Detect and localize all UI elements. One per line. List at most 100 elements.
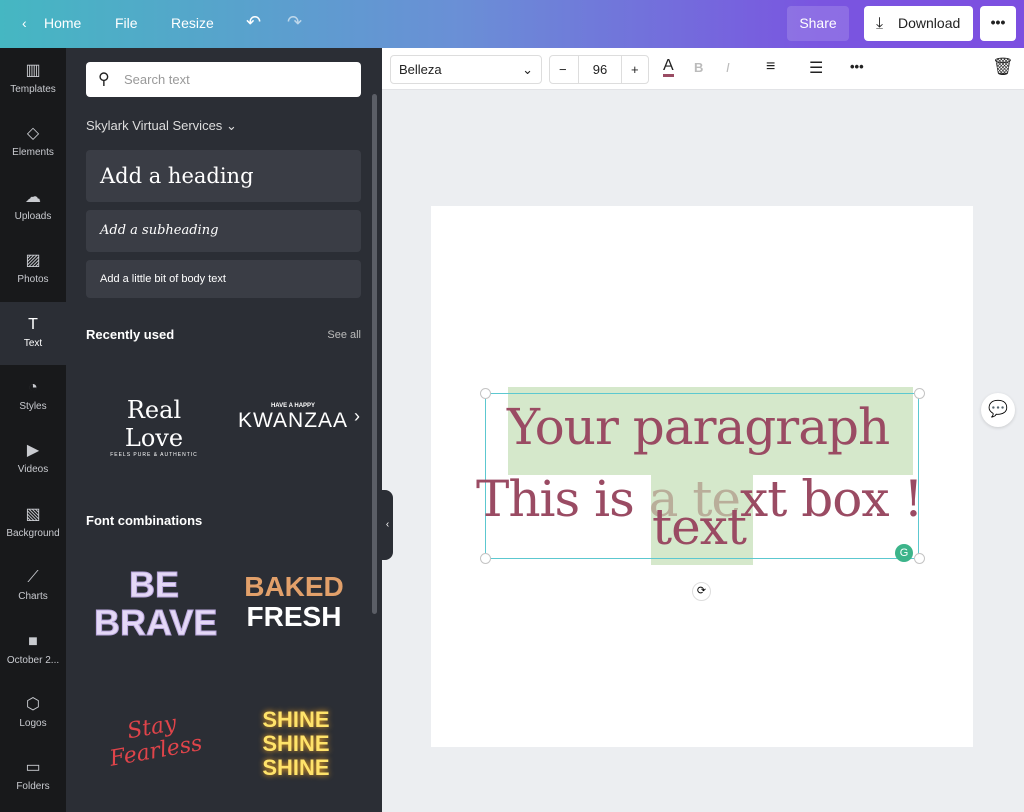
chevron-right-icon[interactable]: › — [354, 406, 360, 427]
font-size-input[interactable]: 96 — [578, 56, 622, 83]
align-center-icon[interactable]: ≡ — [766, 58, 775, 76]
redo-icon[interactable]: ↷ — [287, 12, 302, 33]
recently-used-heading: Recently used — [86, 327, 175, 342]
text-run: This is — [476, 470, 649, 528]
add-comment-icon[interactable]: 💬 — [981, 393, 1015, 427]
list-icon[interactable]: ☰ — [809, 58, 823, 78]
bold-icon[interactable]: B — [694, 60, 703, 75]
background-icon: ▧ — [25, 505, 41, 523]
template-shine[interactable]: SHINE SHINE SHINE — [236, 708, 356, 780]
sidebar-item-uploads[interactable]: ☁ Uploads — [0, 175, 66, 238]
text-icon: T — [28, 315, 38, 333]
template-text: BAKED — [244, 571, 344, 602]
sidebar-item-label: Videos — [17, 464, 49, 476]
sidebar-item-elements[interactable]: ◇ Elements — [0, 111, 66, 174]
sidebar-item-text[interactable]: T Text — [0, 301, 66, 365]
see-all-link[interactable]: See all — [327, 329, 361, 341]
template-kwanzaa[interactable]: HAVE A HAPPY KWANZAA — [238, 403, 348, 433]
sidebar-item-label: Styles — [19, 401, 47, 412]
template-baked-fresh[interactable]: BAKED FRESH — [234, 572, 354, 632]
sidebar-item-videos[interactable]: ▶ Videos — [0, 428, 66, 491]
template-be-brave[interactable]: BE BRAVE — [94, 565, 218, 643]
template-text: SHINE — [262, 707, 330, 732]
more-options-icon[interactable]: ••• — [850, 59, 864, 74]
sidebar-rail: ▥ Templates ◇ Elements ☁ Uploads ▨ Photos T Text ◔… — [0, 48, 66, 812]
font-family-select[interactable]: Belleza ⌄ — [390, 55, 542, 84]
sidebar-item-label: Photos — [17, 274, 49, 286]
template-real-love[interactable]: Real Love FEELS PURE & AUTHENTIC — [94, 396, 214, 458]
font-combinations-heading: Font combinations — [86, 513, 203, 528]
sidebar-item-label: Elements — [12, 147, 54, 159]
paragraph-line-1[interactable]: Your paragraph — [507, 398, 890, 456]
resize-menu[interactable]: Resize — [171, 15, 214, 31]
sidebar-item-background[interactable]: ▧ Background — [0, 492, 66, 555]
elements-icon: ◇ — [26, 125, 40, 143]
share-button[interactable]: Share — [787, 6, 849, 41]
template-text: Real Love — [124, 396, 184, 452]
text-toolbar: Belleza ⌄ − 96 + A B I ≡ ☰ ••• 🗑 — [382, 48, 1024, 90]
italic-icon[interactable]: I — [726, 60, 730, 75]
add-body-text-button[interactable]: Add a little bit of body text — [86, 260, 361, 298]
resize-handle[interactable] — [480, 553, 491, 564]
file-menu[interactable]: File — [115, 15, 138, 31]
template-text: BRAVE — [94, 602, 218, 643]
grammarly-icon[interactable]: G — [895, 544, 913, 562]
sidebar-item-label: Logos — [19, 718, 47, 729]
resize-handle[interactable] — [480, 388, 491, 399]
sidebar-item-label: October 2... — [6, 654, 60, 666]
sidebar-item-templates[interactable]: ▥ Templates — [0, 48, 66, 111]
add-subheading-button[interactable]: Add a subheading — [86, 210, 361, 252]
download-label: Download — [898, 15, 961, 31]
home-link[interactable]: Home — [44, 15, 81, 31]
sidebar-item-october-2[interactable]: ■ October 2... — [0, 619, 66, 682]
brand-kit-selector[interactable]: Skylark Virtual Services ⌄ — [86, 118, 237, 134]
more-button[interactable]: ••• — [980, 6, 1016, 41]
sidebar-item-photos[interactable]: ▨ Photos — [0, 238, 66, 301]
template-text: FRESH — [246, 601, 342, 632]
styles-icon: ◔ — [28, 379, 38, 396]
download-button[interactable]: ⤓ Download — [864, 6, 973, 41]
chevron-down-icon: ⌄ — [225, 118, 237, 133]
template-stay-fearless[interactable]: Stay Fearless — [91, 706, 218, 774]
text-panel: ⚲ Search text Skylark Virtual Services ⌄ … — [66, 48, 382, 812]
template-text: SHINE — [262, 731, 330, 756]
back-chevron-icon[interactable]: ‹ — [22, 15, 27, 31]
sidebar-item-logos[interactable]: ⬡ Logos — [0, 682, 66, 745]
decrease-size-button[interactable]: − — [559, 56, 567, 83]
template-text: FEELS PURE & AUTHENTIC — [110, 452, 198, 458]
collapse-panel-button[interactable]: ‹ — [382, 490, 393, 560]
search-input[interactable]: ⚲ Search text — [86, 62, 361, 97]
overlay-text[interactable]: text — [652, 498, 747, 556]
october-2-icon: ■ — [28, 632, 38, 650]
rotate-icon[interactable]: ⟳ — [692, 582, 711, 601]
sidebar-item-label: Background — [6, 527, 60, 539]
top-bar: ‹ Home File Resize ↶ ↷ Share ⤓ Download •… — [0, 0, 1024, 48]
sidebar-item-charts[interactable]: ⟋ Charts — [0, 555, 66, 618]
sidebar-item-label: Uploads — [14, 210, 52, 222]
uploads-icon: ☁ — [25, 188, 41, 206]
sidebar-item-styles[interactable]: ◔ Styles — [0, 365, 66, 428]
undo-icon[interactable]: ↶ — [246, 12, 261, 33]
sidebar-item-label: Templates — [10, 84, 56, 95]
search-placeholder: Search text — [124, 72, 190, 87]
chevron-down-icon: ⌄ — [522, 62, 533, 77]
templates-icon: ▥ — [25, 62, 41, 79]
charts-icon: ⟋ — [27, 569, 39, 587]
add-heading-button[interactable]: Add a heading — [86, 150, 361, 202]
text-run: xt box ! — [740, 470, 923, 528]
panel-scrollbar[interactable] — [372, 94, 377, 614]
sidebar-item-label: Charts — [18, 591, 48, 603]
sidebar-item-folders[interactable]: ▭ Folders — [0, 745, 66, 808]
sidebar-item-label: Text — [23, 337, 43, 349]
resize-handle[interactable] — [914, 553, 925, 564]
search-icon: ⚲ — [98, 71, 110, 88]
text-color-icon[interactable]: A — [663, 58, 674, 77]
trash-icon[interactable]: 🗑 — [992, 57, 1014, 77]
folders-icon: ▭ — [25, 759, 41, 777]
photos-icon: ▨ — [25, 252, 41, 270]
resize-handle[interactable] — [914, 388, 925, 399]
logos-icon: ⬡ — [26, 696, 40, 713]
template-text: SHINE — [262, 755, 330, 780]
increase-size-button[interactable]: + — [631, 56, 639, 83]
sidebar-item-label: Folders — [16, 781, 50, 793]
